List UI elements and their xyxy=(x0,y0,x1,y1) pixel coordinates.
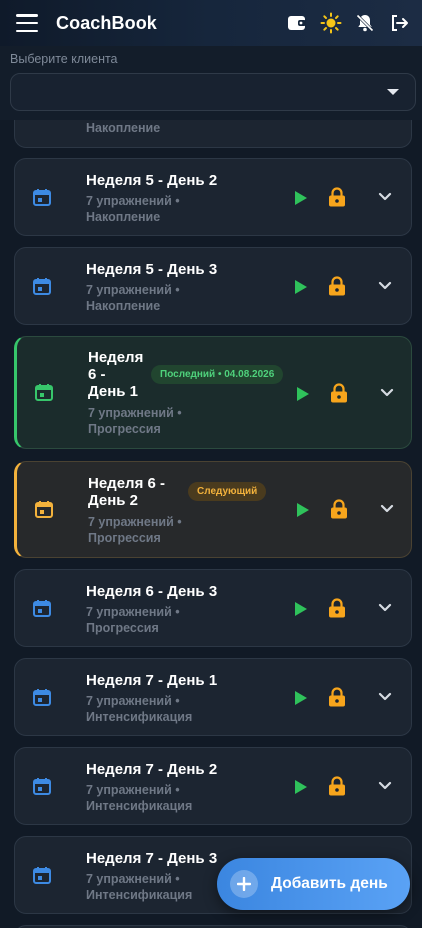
workout-title: Неделя 7 - День 3 xyxy=(86,850,218,867)
workout-card[interactable]: Неделя 6 - День 3 7 упражнений • Прогрес… xyxy=(14,569,412,647)
workout-card[interactable]: Неделя 7 - День 2 7 упражнений • Интенси… xyxy=(14,747,412,825)
client-select[interactable] xyxy=(10,73,416,111)
workout-title-line: Неделя 6 - xyxy=(88,475,165,492)
workout-exercise-count: 7 упражнений • xyxy=(86,605,180,619)
app-title: CoachBook xyxy=(56,12,157,33)
app-bar: CoachBook xyxy=(0,0,422,46)
workout-exercise-count: 7 упражнений • xyxy=(86,194,180,208)
workout-title-line: Неделя xyxy=(88,349,144,366)
calendar-icon xyxy=(35,384,53,401)
calendar-icon xyxy=(33,689,51,706)
chevron-down-icon[interactable] xyxy=(377,191,393,203)
chevron-down-icon xyxy=(387,89,399,95)
workout-exercise-count: 7 упражнений • xyxy=(86,694,180,708)
client-selector-area: Выберите клиента xyxy=(0,46,422,120)
workout-exercise-count: 7 упражнений • xyxy=(86,783,180,797)
workout-card[interactable]: Неделя 5 - День 3 7 упражнений • Накопле… xyxy=(14,247,412,325)
workout-phase: Интенсификация xyxy=(86,799,193,813)
workout-title-line: День 2 xyxy=(88,492,139,509)
workout-title: Неделя 6 - День 3 xyxy=(86,583,218,600)
calendar-icon xyxy=(33,867,51,884)
lock-icon[interactable] xyxy=(330,383,348,403)
logout-icon[interactable] xyxy=(388,12,410,34)
lock-icon[interactable] xyxy=(328,687,346,707)
lock-icon[interactable] xyxy=(328,187,346,207)
workout-title-line: День 1 xyxy=(88,383,139,400)
calendar-icon xyxy=(35,501,53,518)
workout-phase: Накопление xyxy=(86,299,161,313)
chevron-down-icon[interactable] xyxy=(377,602,393,614)
lock-icon[interactable] xyxy=(330,499,348,519)
workout-phase: Прогрессия xyxy=(86,621,159,635)
menu-icon[interactable] xyxy=(16,14,38,32)
workout-exercise-count: 7 упражнений • xyxy=(88,406,182,420)
lock-icon[interactable] xyxy=(328,776,346,796)
workout-exercise-count: 7 упражнений • xyxy=(86,872,180,886)
lock-icon[interactable] xyxy=(328,276,346,296)
chevron-down-icon[interactable] xyxy=(377,780,393,792)
calendar-icon xyxy=(33,600,51,617)
workout-phase: Накопление xyxy=(86,121,161,135)
workout-card[interactable]: Накопление xyxy=(14,120,412,148)
play-icon[interactable] xyxy=(296,386,310,402)
play-icon[interactable] xyxy=(294,690,308,706)
workout-title: Неделя 5 - День 2 xyxy=(86,172,218,189)
workout-title: Неделя 7 - День 1 xyxy=(86,672,218,689)
workout-phase: Интенсификация xyxy=(86,710,193,724)
wallet-icon[interactable] xyxy=(286,12,308,34)
workout-phase: Прогрессия xyxy=(88,531,161,545)
workout-phase: Накопление xyxy=(86,210,161,224)
calendar-icon xyxy=(33,189,51,206)
calendar-icon xyxy=(33,778,51,795)
workout-card-last[interactable]: Неделя 6 - День 1 7 упражнений • Прогрес… xyxy=(14,336,412,449)
chevron-down-icon[interactable] xyxy=(379,503,395,515)
workout-exercise-count: 7 упражнений • xyxy=(88,515,182,529)
play-icon[interactable] xyxy=(294,779,308,795)
last-workout-badge: Последний • 04.08.2026 xyxy=(151,365,284,384)
workout-title: Неделя 7 - День 2 xyxy=(86,761,218,778)
workout-list: Накопление Неделя 5 - День 2 7 упражнени… xyxy=(0,120,422,928)
sun-icon[interactable] xyxy=(320,12,342,34)
chevron-down-icon[interactable] xyxy=(377,280,393,292)
chevron-down-icon[interactable] xyxy=(379,387,395,399)
add-day-label: Добавить день xyxy=(271,875,388,892)
next-workout-badge: Следующий xyxy=(188,482,267,501)
lock-icon[interactable] xyxy=(328,598,346,618)
calendar-icon xyxy=(33,278,51,295)
play-icon[interactable] xyxy=(294,601,308,617)
bell-off-icon[interactable] xyxy=(354,12,376,34)
play-icon[interactable] xyxy=(294,279,308,295)
client-select-label: Выберите клиента xyxy=(10,52,118,66)
workout-card[interactable]: Неделя 7 - День 1 7 упражнений • Интенси… xyxy=(14,658,412,736)
play-icon[interactable] xyxy=(294,190,308,206)
workout-card[interactable]: Неделя 5 - День 2 7 упражнений • Накопле… xyxy=(14,158,412,236)
workout-title-line: 6 - xyxy=(88,366,106,383)
workout-exercise-count: 7 упражнений • xyxy=(86,283,180,297)
play-icon[interactable] xyxy=(296,502,310,518)
add-day-button[interactable]: Добавить день xyxy=(217,858,410,910)
plus-icon xyxy=(230,870,258,898)
chevron-down-icon[interactable] xyxy=(377,691,393,703)
workout-phase: Прогрессия xyxy=(88,422,161,436)
workout-phase: Интенсификация xyxy=(86,888,193,902)
workout-card-next[interactable]: Неделя 6 - День 2 7 упражнений • Прогрес… xyxy=(14,461,412,558)
workout-title: Неделя 5 - День 3 xyxy=(86,261,218,278)
